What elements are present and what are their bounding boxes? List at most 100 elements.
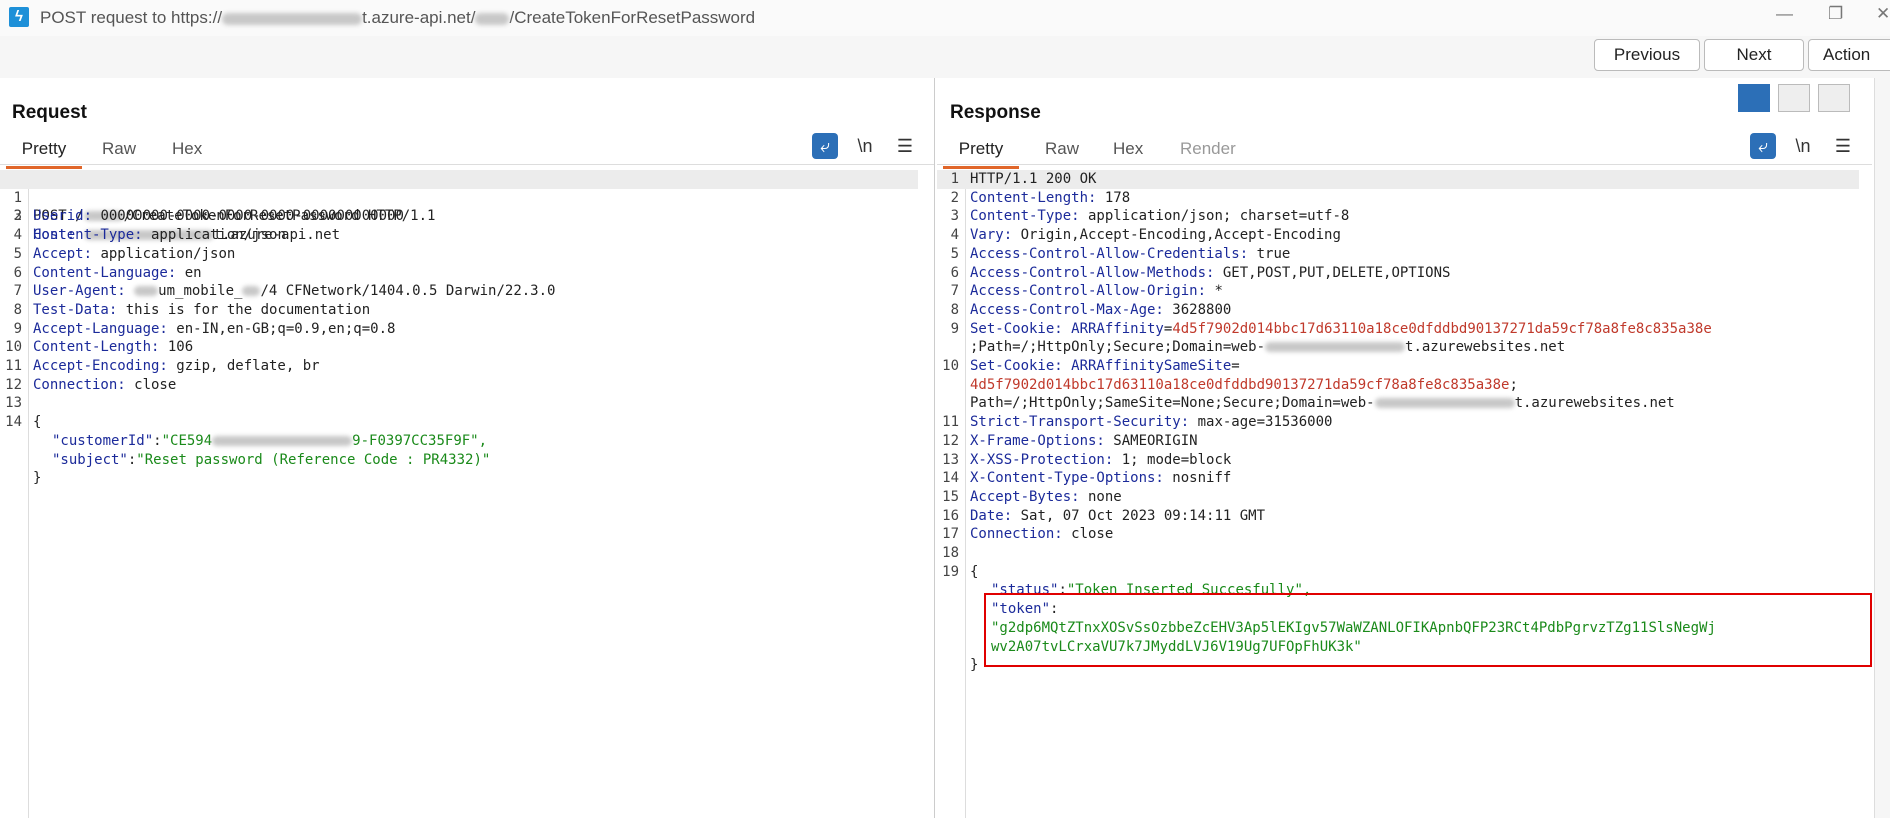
close-button[interactable]: ✕ bbox=[1876, 4, 1890, 24]
line-number: 16 bbox=[942, 507, 959, 524]
line-number: 8 bbox=[13, 301, 22, 318]
navigation-bar: Previous Next Action bbox=[0, 36, 1890, 78]
json-line: "customerId":"CE594 9-F0397CC35F9F", bbox=[52, 432, 488, 449]
header-name: Access-Control-Allow-Methods: bbox=[970, 264, 1215, 281]
header-name: Content-Language: bbox=[33, 264, 177, 281]
header-name: Access-Control-Max-Age: bbox=[970, 301, 1164, 318]
layout-side-by-side-icon[interactable] bbox=[1738, 84, 1770, 112]
cookie-value: 4d5f7902d014bbc17d63110a18ce0dfddbd90137… bbox=[1172, 320, 1712, 337]
line-number: 11 bbox=[5, 358, 22, 374]
redacted-host bbox=[222, 12, 363, 25]
header-value: 1; mode=block bbox=[1113, 451, 1232, 468]
header-value: Sat, 07 Oct 2023 09:14:11 GMT bbox=[1012, 507, 1266, 524]
header-value: Origin,Accept-Encoding,Accept-Encoding bbox=[1012, 227, 1341, 244]
minimize-button[interactable]: — bbox=[1776, 4, 1793, 24]
next-button[interactable]: Next bbox=[1704, 39, 1804, 71]
header-value: 00000000-0000-0000-0000-000000000000 bbox=[92, 208, 404, 225]
json-value: "CE594 bbox=[161, 432, 213, 449]
tab-render[interactable]: Render bbox=[1180, 138, 1236, 166]
tab-raw[interactable]: Raw bbox=[102, 138, 136, 166]
json-value: "Reset password (Reference Code : PR4332… bbox=[136, 451, 491, 468]
window-title: POST request to https:// t.azure-api.net/… bbox=[40, 8, 755, 28]
header-line: Strict-Transport-Security: max-age=31536… bbox=[970, 413, 1332, 432]
cookie-name: ARRAffinitySameSite bbox=[1062, 358, 1232, 374]
layout-stacked-icon[interactable] bbox=[1778, 84, 1810, 112]
header-value: application/json bbox=[142, 227, 286, 244]
cookie-domain: t.azurewebsites.net bbox=[1405, 339, 1566, 356]
header-value: * bbox=[1206, 283, 1223, 300]
line-number: 4 bbox=[13, 227, 22, 244]
code-line: 1 HTTP/1.1 200 OK bbox=[937, 170, 1859, 189]
header-name: Content-Length: bbox=[970, 189, 1097, 206]
line-number: 13 bbox=[942, 451, 959, 468]
header-name: Accept: bbox=[33, 245, 93, 262]
header-value: this is for the documentation bbox=[117, 301, 371, 318]
tab-hex[interactable]: Hex bbox=[1113, 138, 1143, 166]
header-value: nosniff bbox=[1163, 470, 1232, 487]
header-line: Userid: 00000000-0000-0000-0000-00000000… bbox=[33, 207, 404, 226]
header-value: application/json bbox=[92, 245, 236, 262]
line-number: 12 bbox=[5, 376, 22, 393]
menu-icon[interactable]: ☰ bbox=[1830, 133, 1856, 159]
cookie-attributes: ;Path=/;HttpOnly;Secure;Domain=web- bbox=[970, 339, 1266, 356]
previous-button[interactable]: Previous bbox=[1594, 39, 1700, 71]
response-pane: Response Pretty Raw Hex Render ⤶ \n ☰ 1H… bbox=[937, 78, 1872, 818]
line-number: 5 bbox=[950, 245, 959, 262]
header-line: Content-Type: application/json bbox=[33, 226, 286, 245]
layout-single-icon[interactable] bbox=[1818, 84, 1850, 112]
line-number: 5 bbox=[13, 245, 22, 262]
header-line: Connection: close bbox=[33, 376, 176, 395]
tab-hex[interactable]: Hex bbox=[172, 138, 202, 166]
line-number: 4 bbox=[950, 227, 959, 244]
redacted bbox=[134, 286, 159, 297]
response-editor[interactable]: 1 HTTP/1.1 200 OK 2 Content-Length: 178 3C… bbox=[937, 170, 1872, 818]
header-name: Set-Cookie: bbox=[970, 320, 1063, 337]
request-editor[interactable]: 1 POST //CreateTokenForResetPassword HTT… bbox=[0, 170, 934, 818]
line-number: 8 bbox=[950, 301, 959, 318]
line-number: 18 bbox=[942, 545, 959, 561]
header-name: Access-Control-Allow-Credentials: bbox=[970, 245, 1249, 262]
header-line: ;Path=/;HttpOnly;Secure;Domain=web-t.azu… bbox=[970, 338, 1565, 357]
request-pane: Request Pretty Raw Hex ⤶ \n ☰ 1 POST //C… bbox=[0, 78, 935, 818]
header-name: User-Agent: bbox=[33, 283, 126, 300]
header-line: Content-Language: en bbox=[33, 264, 202, 283]
word-wrap-icon[interactable]: ⤶ bbox=[812, 133, 838, 159]
show-newlines-button[interactable]: \n bbox=[1790, 133, 1816, 159]
line-number: 14 bbox=[942, 470, 959, 487]
line-number: 13 bbox=[5, 395, 22, 412]
redacted bbox=[212, 435, 353, 446]
line-number: 7 bbox=[950, 283, 959, 300]
line-number: 10 bbox=[5, 339, 22, 356]
header-line: X-XSS-Protection: 1; mode=block bbox=[970, 451, 1231, 470]
header-value: application/json; charset=utf-8 bbox=[1079, 208, 1350, 225]
redacted bbox=[242, 286, 261, 297]
header-value: en bbox=[176, 264, 202, 281]
line-number: 3 bbox=[13, 208, 22, 225]
word-wrap-icon[interactable]: ⤶ bbox=[1750, 133, 1776, 159]
header-name: Accept-Encoding: bbox=[33, 358, 168, 374]
header-line: Accept: application/json bbox=[33, 245, 235, 264]
header-line: Content-Type: application/json; charset=… bbox=[970, 207, 1349, 226]
header-line: Set-Cookie: ARRAffinitySameSite= bbox=[970, 358, 1240, 374]
show-newlines-button[interactable]: \n bbox=[852, 133, 878, 159]
header-name: Content-Type: bbox=[33, 227, 143, 244]
header-value: /4 CFNetwork/1404.0.5 Darwin/22.3.0 bbox=[260, 283, 556, 300]
action-button[interactable]: Action bbox=[1808, 39, 1890, 71]
header-line: Accept-Encoding: gzip, deflate, br bbox=[33, 357, 320, 376]
restore-button[interactable]: ❐ bbox=[1828, 4, 1843, 24]
header-line: Access-Control-Allow-Credentials: true bbox=[970, 245, 1290, 264]
menu-icon[interactable]: ☰ bbox=[892, 133, 918, 159]
line-number: 6 bbox=[13, 264, 22, 281]
redacted-path bbox=[475, 12, 510, 25]
line-number: 19 bbox=[942, 563, 959, 580]
cookie-name: ARRAffinity bbox=[1062, 320, 1164, 337]
header-value: none bbox=[1079, 488, 1122, 505]
json-open-brace: { bbox=[33, 414, 42, 431]
tab-raw[interactable]: Raw bbox=[1045, 138, 1079, 166]
inspector-side-tab[interactable] bbox=[1874, 78, 1890, 818]
header-name: X-Frame-Options: bbox=[970, 432, 1105, 449]
header-line: Access-Control-Allow-Origin: * bbox=[970, 282, 1223, 301]
line-number: 14 bbox=[5, 414, 22, 431]
header-line: Accept-Bytes: none bbox=[970, 488, 1122, 507]
header-line: Content-Length: 106 bbox=[33, 338, 193, 357]
